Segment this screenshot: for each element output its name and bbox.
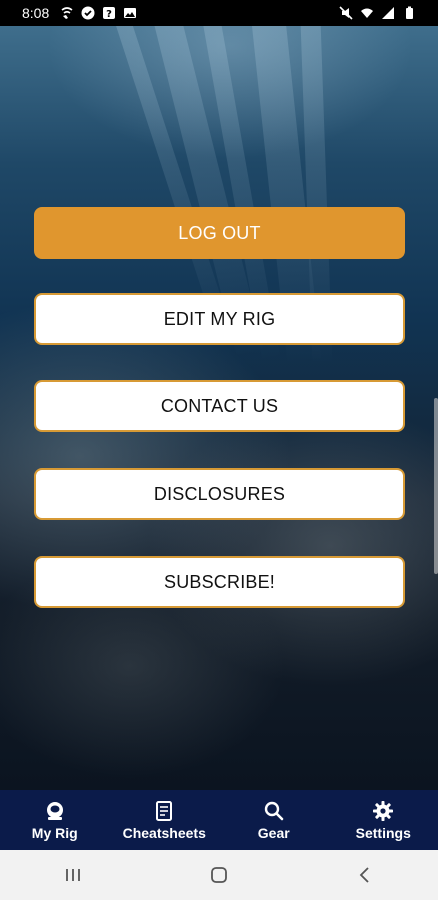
gear-icon [372, 800, 394, 822]
nav-item-settings[interactable]: Settings [333, 790, 433, 850]
scrollbar-handle[interactable] [434, 398, 438, 574]
image-icon [123, 6, 137, 20]
contact-us-button[interactable]: CONTACT US [34, 380, 405, 432]
wifi-icon [360, 6, 374, 20]
back-icon [359, 867, 369, 883]
search-icon [263, 800, 285, 822]
subscribe-button[interactable]: SUBSCRIBE! [34, 556, 405, 608]
status-bar: 8:08 ? [0, 0, 438, 26]
help-box-icon: ? [102, 6, 116, 20]
home-button[interactable] [189, 855, 249, 895]
document-icon [153, 800, 175, 822]
status-time: 8:08 [22, 5, 50, 21]
recent-apps-button[interactable] [43, 855, 103, 895]
edit-my-rig-button[interactable]: EDIT MY RIG [34, 293, 405, 345]
mute-icon [339, 6, 353, 20]
wifi-calling-icon [60, 6, 74, 20]
home-icon [211, 867, 227, 883]
status-right [339, 6, 438, 20]
nav-item-my-rig[interactable]: My Rig [5, 790, 105, 850]
battery-icon [402, 6, 416, 20]
bottom-nav: My Rig Cheatsheets Gear Settings [0, 790, 438, 850]
system-nav-bar [0, 850, 438, 900]
nav-label-settings: Settings [355, 824, 411, 841]
back-button[interactable] [335, 855, 395, 895]
nav-label-my-rig: My Rig [31, 824, 78, 841]
nav-item-cheatsheets[interactable]: Cheatsheets [114, 790, 214, 850]
signal-icon [381, 6, 395, 20]
check-circle-icon [81, 6, 95, 20]
nav-label-gear: Gear [257, 824, 290, 841]
disclosures-button[interactable]: DISCLOSURES [34, 468, 405, 520]
diving-helmet-icon [44, 800, 66, 822]
svg-text:?: ? [106, 9, 112, 20]
log-out-button[interactable]: LOG OUT [34, 207, 405, 259]
status-left: 8:08 ? [0, 5, 137, 21]
recent-apps-icon [66, 869, 80, 881]
nav-label-cheatsheets: Cheatsheets [122, 824, 206, 841]
nav-item-gear[interactable]: Gear [224, 790, 324, 850]
